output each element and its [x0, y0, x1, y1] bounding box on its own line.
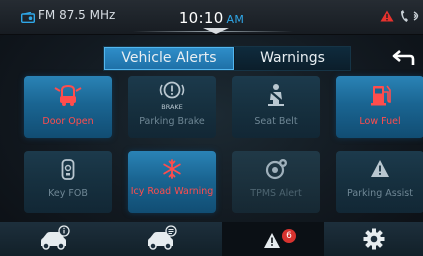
door-open-icon: [54, 84, 82, 106]
tile-seat-belt[interactable]: Seat Belt: [232, 76, 320, 138]
tpms-icon: [265, 159, 287, 180]
bottom-navigation: [0, 222, 423, 256]
tile-label: Key FOB: [48, 188, 88, 199]
tile-parking-assist[interactable]: Parking Assist: [336, 151, 423, 213]
nav-settings[interactable]: [324, 222, 423, 256]
tile-icy-road-warning[interactable]: Icy Road Warning: [128, 151, 216, 213]
car-settings-icon: [148, 225, 177, 250]
low-fuel-icon: [371, 85, 391, 106]
car-info-icon: [41, 225, 70, 250]
clock-ampm: AM: [226, 13, 245, 26]
phone-icon[interactable]: [400, 9, 409, 23]
tile-low-fuel[interactable]: Low Fuel: [336, 76, 423, 138]
tile-label: TPMS Alert: [250, 188, 302, 199]
alerts-count-badge: 6: [282, 229, 296, 243]
signal-icon: [413, 11, 419, 21]
alerts-icon: [264, 233, 280, 248]
warning-icon[interactable]: [380, 10, 394, 22]
icy-road-icon: [163, 159, 181, 179]
alert-tabs: Vehicle Alerts Warnings: [103, 46, 351, 71]
tile-label: Door Open: [42, 116, 94, 127]
tile-label: Parking Brake: [139, 116, 205, 127]
nav-car-settings[interactable]: [106, 222, 212, 256]
parking-assist-icon: [371, 160, 389, 177]
clock-time: 10:10: [178, 9, 224, 27]
brake-icon-caption: BRAKE: [161, 103, 183, 111]
seat-belt-icon: [268, 84, 285, 106]
nav-alerts[interactable]: [222, 222, 324, 256]
gear-icon: [363, 228, 385, 250]
infotainment-screen: FM 87.5 MHz 10:10 AM Vehicle Alerts Warni…: [0, 0, 423, 256]
back-arrow-icon[interactable]: [392, 47, 416, 69]
tile-key-fob[interactable]: Key FOB: [24, 151, 112, 213]
clock-notch-indicator: [203, 28, 229, 34]
tile-label: Icy Road Warning: [130, 186, 214, 197]
tile-parking-brake[interactable]: BRAKE Parking Brake: [128, 76, 216, 138]
tile-label: Parking Assist: [347, 188, 413, 199]
tile-tpms-alert[interactable]: TPMS Alert: [232, 151, 320, 213]
tile-door-open[interactable]: Door Open: [24, 76, 112, 138]
clock: 10:10 AM: [0, 9, 423, 27]
tile-label: Low Fuel: [359, 116, 401, 127]
tab-warnings[interactable]: Warnings: [235, 47, 350, 70]
nav-car-info[interactable]: [0, 222, 106, 256]
status-bar: FM 87.5 MHz 10:10 AM: [0, 0, 423, 35]
tab-vehicle-alerts[interactable]: Vehicle Alerts: [104, 47, 234, 70]
tile-label: Seat Belt: [254, 116, 298, 127]
key-fob-icon: [61, 159, 75, 180]
